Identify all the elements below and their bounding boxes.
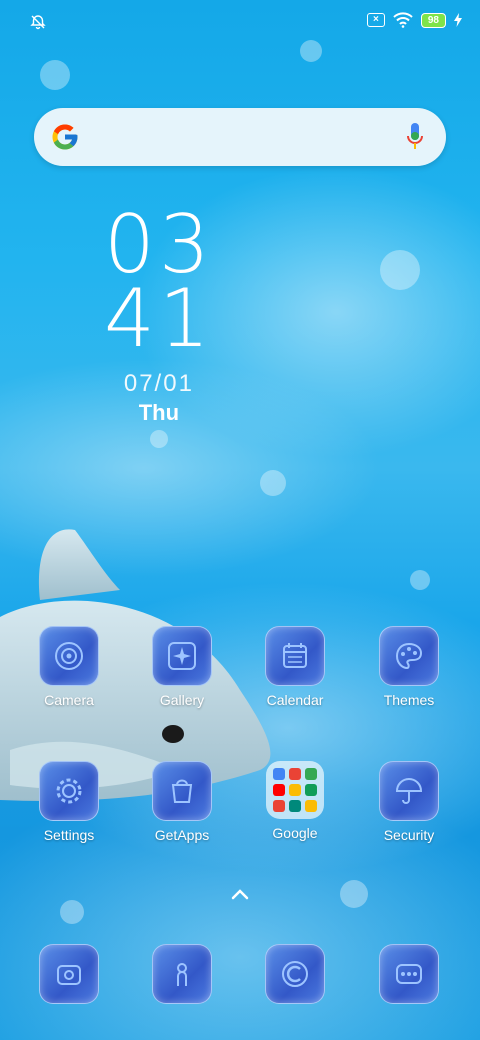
app-drawer-chevron-up-icon[interactable] xyxy=(228,886,252,902)
google-search-bar[interactable] xyxy=(34,108,446,166)
bokeh-dot xyxy=(340,880,368,908)
getapps-icon xyxy=(152,761,212,821)
google-folder-icon xyxy=(266,761,324,819)
contacts-icon xyxy=(152,944,212,1004)
browser-icon xyxy=(265,944,325,1004)
calendar-icon xyxy=(265,626,325,686)
charging-bolt-icon xyxy=(454,13,462,27)
bokeh-dot xyxy=(150,430,168,448)
app-label: Themes xyxy=(383,692,435,708)
no-sim-icon: × xyxy=(366,13,385,27)
bokeh-dot xyxy=(410,570,430,590)
dock-messages[interactable] xyxy=(354,944,464,1004)
app-label: Security xyxy=(383,827,435,843)
app-security[interactable]: Security xyxy=(354,761,464,843)
app-gallery[interactable]: Gallery xyxy=(127,626,237,708)
bokeh-dot xyxy=(40,60,70,90)
clock-date: 07/01 xyxy=(123,370,194,397)
clock-day: Thu xyxy=(138,400,180,425)
clock-widget[interactable]: 03 41 07/01 Thu xyxy=(104,198,214,426)
app-google-folder[interactable]: Google xyxy=(240,761,350,841)
google-g-icon xyxy=(52,124,78,150)
clock-minute: 41 xyxy=(104,272,214,365)
app-label: Calendar xyxy=(266,692,324,708)
app-label: Camera xyxy=(44,692,94,708)
themes-icon xyxy=(379,626,439,686)
gallery-icon xyxy=(152,626,212,686)
app-calendar[interactable]: Calendar xyxy=(240,626,350,708)
app-label: GetApps xyxy=(154,827,210,843)
app-label: Settings xyxy=(43,827,95,843)
messages-icon xyxy=(379,944,439,1004)
microphone-icon[interactable] xyxy=(406,122,424,152)
battery-indicator: 98 xyxy=(420,12,446,28)
app-getapps[interactable]: GetApps xyxy=(127,761,237,843)
phone-icon xyxy=(39,944,99,1004)
app-themes[interactable]: Themes xyxy=(354,626,464,708)
dock-contacts[interactable] xyxy=(127,944,237,1004)
app-settings[interactable]: Settings xyxy=(14,761,124,843)
alarm-off-icon xyxy=(30,15,46,30)
status-bar: × 98 xyxy=(0,0,480,44)
app-camera[interactable]: Camera xyxy=(14,626,124,708)
security-icon xyxy=(379,761,439,821)
bokeh-dot xyxy=(260,470,286,496)
bokeh-dot xyxy=(380,250,420,290)
dock-browser[interactable] xyxy=(240,944,350,1004)
app-label: Google xyxy=(272,825,318,841)
status-right-group: × 98 xyxy=(366,12,462,28)
clock-hour: 03 xyxy=(104,198,214,291)
camera-icon xyxy=(39,626,99,686)
wifi-icon xyxy=(393,12,413,28)
dock-phone[interactable] xyxy=(14,944,124,1004)
settings-icon xyxy=(39,761,99,821)
bokeh-dot xyxy=(60,900,84,924)
app-label: Gallery xyxy=(159,692,205,708)
